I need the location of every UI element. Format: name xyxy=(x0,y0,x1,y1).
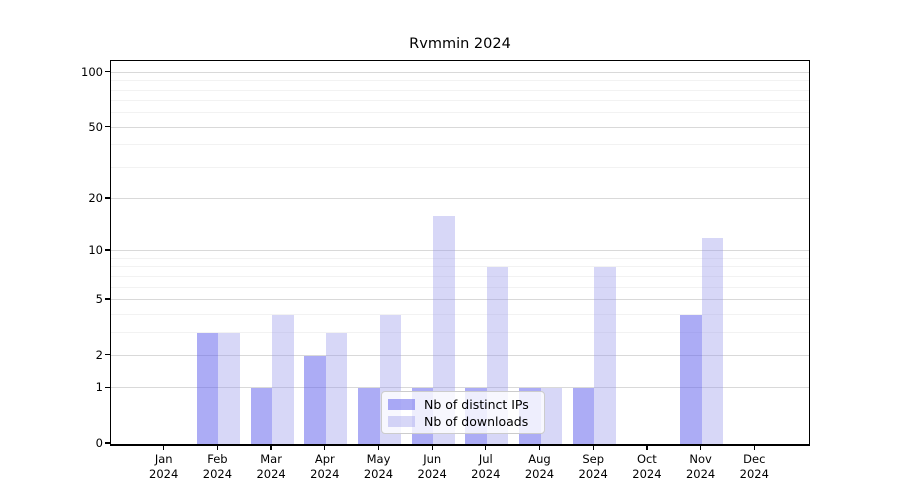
x-tick-label-jan: Jan2024 xyxy=(134,452,194,482)
legend-swatch-downloads xyxy=(388,416,415,427)
x-tick-label-sep: Sep2024 xyxy=(563,452,623,482)
bar-distinct-ips-may xyxy=(358,388,380,444)
bar-distinct-ips-nov xyxy=(680,315,702,444)
bar-distinct-ips-apr xyxy=(304,356,326,444)
x-tick-mark-dec xyxy=(754,445,755,450)
legend-swatch-distinct-ips xyxy=(388,399,415,410)
bar-downloads-feb xyxy=(218,333,240,445)
x-tick-mark-oct xyxy=(646,445,647,450)
bar-distinct-ips-mar xyxy=(251,388,273,444)
x-tick-label-aug: Aug2024 xyxy=(510,452,570,482)
x-tick-mark-nov xyxy=(700,445,701,450)
y-tick-mark-1 xyxy=(105,387,110,388)
x-tick-label-dec: Dec2024 xyxy=(724,452,784,482)
legend-label-downloads: Nb of downloads xyxy=(424,414,528,429)
bar-distinct-ips-sep xyxy=(573,388,595,444)
x-tick-mark-apr xyxy=(324,445,325,450)
x-tick-mark-jun xyxy=(432,445,433,450)
y-tick-label-5: 5 xyxy=(57,292,103,306)
x-tick-mark-jul xyxy=(485,445,486,450)
x-tick-mark-feb xyxy=(217,445,218,450)
chart-title: Rvmmin 2024 xyxy=(110,36,810,52)
y-tick-mark-5 xyxy=(105,298,110,299)
bar-downloads-mar xyxy=(272,315,294,444)
bars xyxy=(111,61,809,444)
y-tick-mark-20 xyxy=(105,197,110,198)
y-tick-label-50: 50 xyxy=(57,120,103,134)
x-tick-label-feb: Feb2024 xyxy=(187,452,247,482)
y-tick-label-1: 1 xyxy=(57,380,103,394)
y-tick-label-100: 100 xyxy=(57,65,103,79)
x-tick-label-jul: Jul2024 xyxy=(456,452,516,482)
bar-downloads-sep xyxy=(594,267,616,444)
x-tick-label-apr: Apr2024 xyxy=(295,452,355,482)
legend: Nb of distinct IPs Nb of downloads xyxy=(381,391,545,434)
x-tick-label-oct: Oct2024 xyxy=(617,452,677,482)
x-tick-mark-jan xyxy=(163,445,164,450)
legend-item-downloads: Nb of downloads xyxy=(388,414,536,429)
y-tick-mark-0 xyxy=(105,442,110,443)
bar-downloads-apr xyxy=(326,333,348,445)
bar-distinct-ips-feb xyxy=(197,333,219,445)
x-tick-label-may: May2024 xyxy=(349,452,409,482)
x-tick-mark-sep xyxy=(593,445,594,450)
y-tick-label-10: 10 xyxy=(57,243,103,257)
x-tick-label-jun: Jun2024 xyxy=(402,452,462,482)
x-tick-mark-may xyxy=(378,445,379,450)
y-tick-label-2: 2 xyxy=(57,348,103,362)
y-tick-label-0: 0 xyxy=(57,436,103,450)
y-tick-mark-100 xyxy=(105,71,110,72)
plot-area xyxy=(110,60,810,446)
x-tick-mark-aug xyxy=(539,445,540,450)
y-tick-mark-2 xyxy=(105,354,110,355)
y-tick-mark-50 xyxy=(105,126,110,127)
legend-item-distinct-ips: Nb of distinct IPs xyxy=(388,397,536,412)
y-tick-label-20: 20 xyxy=(57,191,103,205)
x-tick-label-nov: Nov2024 xyxy=(671,452,731,482)
legend-label-distinct-ips: Nb of distinct IPs xyxy=(424,397,529,412)
x-tick-mark-mar xyxy=(270,445,271,450)
x-tick-label-mar: Mar2024 xyxy=(241,452,301,482)
figure: Rvmmin 2024 1005020105210 Jan2024Feb2024… xyxy=(0,0,900,500)
bar-downloads-nov xyxy=(702,238,724,444)
y-tick-mark-10 xyxy=(105,249,110,250)
